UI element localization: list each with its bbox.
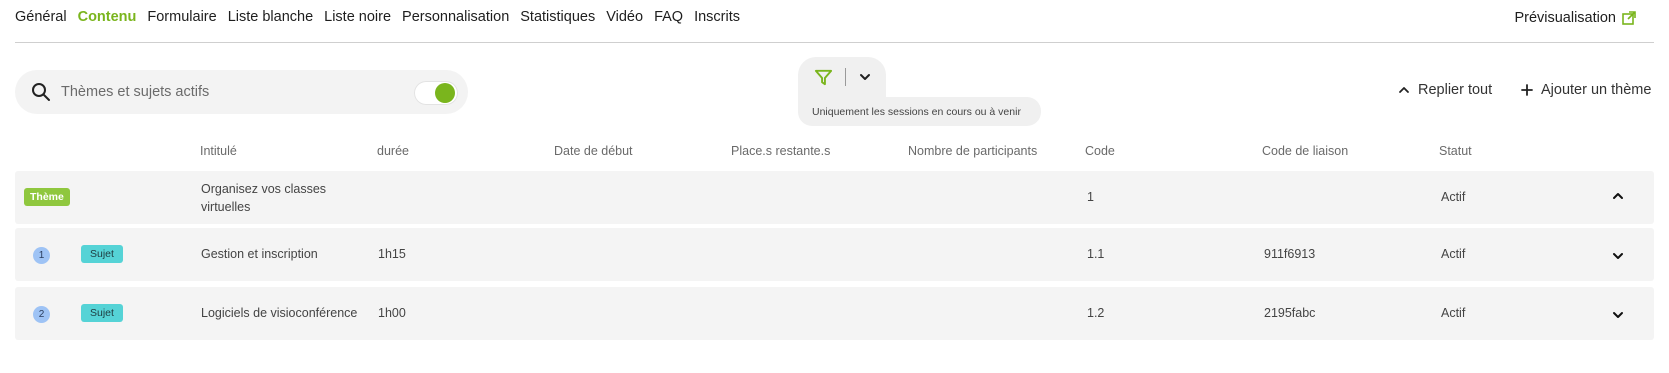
chevron-down-icon[interactable] [858, 70, 872, 84]
row-title: Organisez vos classes virtuelles [201, 182, 327, 214]
theme-badge: Thème [24, 188, 70, 206]
tab-liste-blanche[interactable]: Liste blanche [228, 9, 313, 25]
tab-general[interactable]: Général [15, 9, 67, 25]
chevron-down-icon[interactable] [1611, 249, 1625, 263]
filter-separator [845, 68, 846, 86]
header-link-code: Code de liaison [1262, 144, 1349, 158]
tab-inscrits[interactable]: Inscrits [694, 9, 740, 25]
filter-note: Uniquement les sessions en cours ou à ve… [798, 97, 1041, 126]
header-status: Statut [1439, 144, 1472, 158]
plus-icon [1521, 84, 1533, 96]
table-row[interactable]: 2 Sujet Logiciels de visioconférence 1h0… [15, 287, 1654, 340]
add-theme-button[interactable]: Ajouter un thème [1521, 82, 1651, 98]
row-code: 1.1 [1087, 247, 1105, 261]
tab-contenu[interactable]: Contenu [78, 9, 137, 25]
subject-number: 1 [33, 247, 50, 264]
subject-number: 2 [33, 306, 50, 323]
row-title: Logiciels de visioconférence [201, 306, 358, 320]
collapse-all-button[interactable]: Replier tout [1398, 82, 1492, 98]
row-status: Actif [1441, 190, 1466, 204]
chevron-up-icon [1399, 87, 1409, 93]
tab-personnalisation[interactable]: Personnalisation [402, 9, 509, 25]
subject-badge: Sujet [81, 245, 123, 263]
row-link-code: 2195fabc [1264, 306, 1316, 320]
chevron-up-icon[interactable] [1611, 189, 1625, 203]
header-code: Code [1085, 144, 1115, 158]
tab-video[interactable]: Vidéo [606, 9, 643, 25]
row-status: Actif [1441, 306, 1466, 320]
row-code: 1.2 [1087, 306, 1105, 320]
row-status: Actif [1441, 247, 1466, 261]
header-title: Intitulé [200, 144, 237, 158]
chevron-down-icon[interactable] [1611, 308, 1625, 322]
search-input[interactable] [61, 84, 361, 100]
row-link-code: 911f6913 [1264, 247, 1316, 261]
tab-liste-noire[interactable]: Liste noire [324, 9, 391, 25]
preview-label: Prévisualisation [1514, 10, 1616, 26]
header-participants: Nombre de participants [908, 144, 1038, 158]
tab-formulaire[interactable]: Formulaire [147, 9, 216, 25]
active-only-toggle[interactable] [414, 81, 458, 105]
tab-faq[interactable]: FAQ [654, 9, 683, 25]
row-duration: 1h00 [378, 306, 406, 320]
external-link-icon [1622, 11, 1636, 25]
funnel-icon[interactable] [814, 68, 833, 87]
toggle-knob [435, 83, 455, 103]
row-title: Gestion et inscription [201, 247, 318, 261]
tab-bar: Général Contenu Formulaire Liste blanche… [15, 9, 740, 25]
collapse-all-label: Replier tout [1418, 82, 1493, 98]
tab-statistiques[interactable]: Statistiques [520, 9, 595, 25]
table-row[interactable]: 1 Sujet Gestion et inscription 1h15 1.1 … [15, 228, 1654, 281]
search-icon [32, 83, 50, 101]
row-code: 1 [1087, 190, 1094, 204]
top-navigation: Général Contenu Formulaire Liste blanche… [15, 0, 1654, 43]
table-row[interactable]: Thème Organisez vos classes virtuelles 1… [15, 171, 1654, 224]
header-seats-left: Place.s restante.s [731, 144, 831, 158]
preview-link[interactable]: Prévisualisation [1514, 10, 1636, 26]
filter-control [798, 57, 886, 97]
header-start-date: Date de début [554, 144, 633, 158]
search-bar [15, 70, 468, 114]
subject-badge: Sujet [81, 304, 123, 322]
add-theme-label: Ajouter un thème [1541, 82, 1652, 98]
row-duration: 1h15 [378, 247, 406, 261]
header-duration: durée [377, 144, 409, 158]
